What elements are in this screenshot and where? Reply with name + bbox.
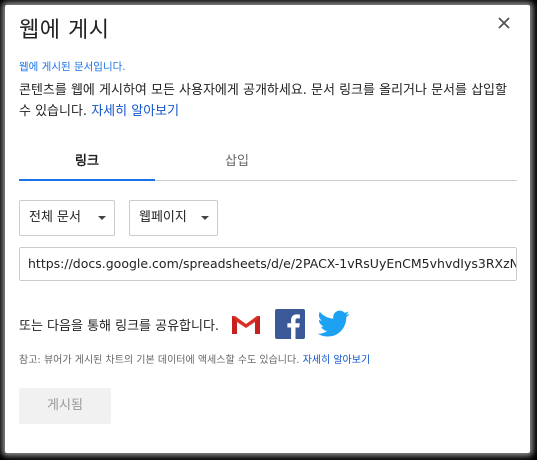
share-row: 또는 다음을 통해 링크를 공유합니다. bbox=[19, 309, 361, 339]
facebook-icon[interactable] bbox=[273, 309, 307, 339]
tab-embed[interactable]: 삽입 bbox=[169, 150, 305, 180]
dialog-description: 콘텐츠를 웹에 게시하여 모든 사용자에게 공개하세요. 문서 링크를 올리거나… bbox=[19, 80, 519, 122]
publish-to-web-dialog: 웹에 게시 웹에 게시된 문서입니다. 콘텐츠를 웹에 게시하여 모든 사용자에… bbox=[5, 5, 530, 453]
learn-more-link[interactable]: 자세히 알아보기 bbox=[91, 104, 179, 119]
published-url-field[interactable]: https://docs.google.com/spreadsheets/d/e… bbox=[19, 247, 517, 281]
format-dropdown[interactable]: 웹페이지 bbox=[129, 200, 218, 236]
tab-link[interactable]: 링크 bbox=[19, 150, 155, 181]
note-learn-more-link[interactable]: 자세히 알아보기 bbox=[303, 355, 371, 366]
scope-dropdown[interactable]: 전체 문서 bbox=[19, 200, 115, 236]
published-button[interactable]: 게시됨 bbox=[19, 388, 111, 424]
share-text: 또는 다음을 통해 링크를 공유합니다. bbox=[19, 318, 220, 334]
caret-down-icon bbox=[201, 216, 209, 220]
published-status-text: 웹에 게시된 문서입니다. bbox=[19, 61, 126, 73]
tab-bar: 링크 삽입 bbox=[19, 150, 517, 181]
close-icon[interactable] bbox=[496, 15, 512, 31]
twitter-icon[interactable] bbox=[317, 309, 351, 339]
scope-dropdown-value: 전체 문서 bbox=[29, 210, 81, 225]
dialog-title: 웹에 게시 bbox=[19, 18, 110, 43]
format-dropdown-value: 웹페이지 bbox=[139, 210, 187, 225]
gmail-icon[interactable] bbox=[229, 309, 263, 339]
caret-down-icon bbox=[98, 216, 106, 220]
note-text: 뷰어가 게시된 차트의 기본 데이터에 액세스할 수도 있습니다. bbox=[40, 355, 303, 366]
data-access-note: 참고: 뷰어가 게시된 차트의 기본 데이터에 액세스할 수도 있습니다. 자세… bbox=[19, 351, 370, 366]
note-prefix: 참고: bbox=[19, 355, 41, 366]
